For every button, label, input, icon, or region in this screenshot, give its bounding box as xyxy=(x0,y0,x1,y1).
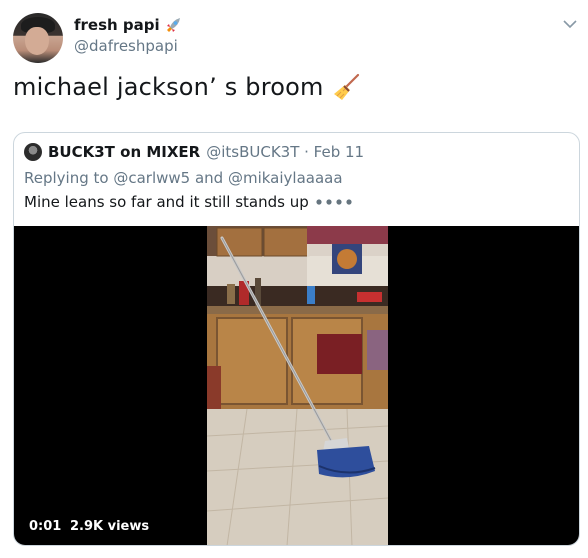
rocket-icon xyxy=(166,18,180,32)
reply-prefix: Replying to xyxy=(24,169,114,187)
author-display-name[interactable]: fresh papi xyxy=(74,16,182,34)
quoted-text: Mine leans so far and it still stands up xyxy=(24,193,309,211)
broom-icon xyxy=(333,73,359,100)
avatar-face xyxy=(25,27,49,55)
quoted-tweet-card[interactable]: BUCK3T on MIXER @itsBUCK3T · Feb 11 Repl… xyxy=(13,132,580,546)
video-duration-badge: 0:01 xyxy=(23,516,68,537)
reply-and: and xyxy=(190,169,228,187)
tweet-text: michael jackson’ s broom xyxy=(13,73,324,101)
author-handle[interactable]: @dafreshpapi xyxy=(74,37,178,55)
quoted-tweet-text: Mine leans so far and it still stands up xyxy=(24,193,353,211)
quoted-avatar[interactable] xyxy=(24,143,42,161)
tweet-body: michael jackson’ s broom xyxy=(13,72,362,102)
mention-link[interactable]: @mikaiylaaaaa xyxy=(228,169,343,187)
video-player[interactable]: 0:01 2.9K views xyxy=(14,226,579,545)
quoted-tweet-header: BUCK3T on MIXER @itsBUCK3T · Feb 11 xyxy=(24,143,364,161)
reply-context: Replying to @carlww5 and @mikaiylaaaaa xyxy=(24,169,343,187)
mention-link[interactable]: @carlww5 xyxy=(113,169,190,187)
video-thumbnail xyxy=(207,226,388,545)
chevron-down-icon[interactable] xyxy=(563,19,577,29)
video-scene xyxy=(207,226,388,545)
quoted-display-name[interactable]: BUCK3T on MIXER xyxy=(48,143,200,161)
dots-icon xyxy=(316,199,352,205)
profile-avatar[interactable] xyxy=(13,13,63,63)
quoted-handle-date: @itsBUCK3T · Feb 11 xyxy=(206,143,365,161)
author-name-text: fresh papi xyxy=(74,16,160,34)
video-views-badge: 2.9K views xyxy=(64,516,156,537)
